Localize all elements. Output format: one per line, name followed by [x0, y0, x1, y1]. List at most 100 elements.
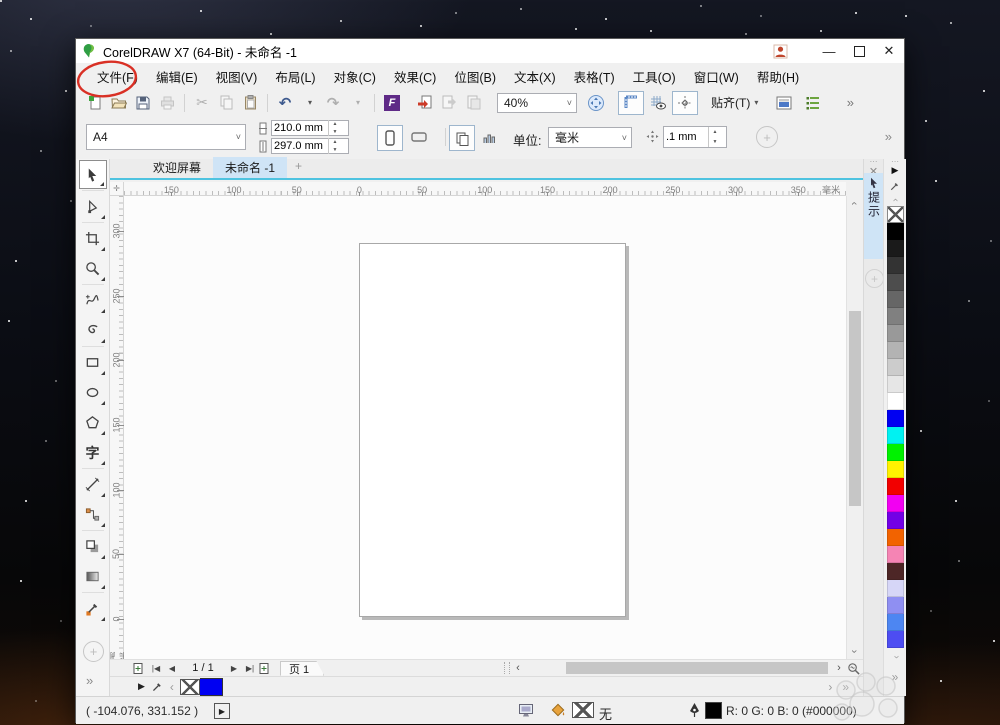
menu-item[interactable]: 视图(V) [207, 63, 267, 90]
palette-scroll-left-icon[interactable]: ‹ [170, 680, 174, 694]
menu-item[interactable]: 编辑(E) [147, 63, 207, 90]
zoom-tool[interactable] [79, 254, 107, 283]
page-height-spinner[interactable]: ▲ ▼ [328, 138, 341, 154]
color-swatch[interactable] [886, 597, 904, 614]
vertical-scroll-thumb[interactable] [849, 311, 861, 506]
color-swatch[interactable] [886, 291, 904, 308]
shape-tool[interactable] [79, 192, 107, 221]
landscape-button[interactable] [407, 125, 431, 149]
color-swatch[interactable] [886, 546, 904, 563]
crop-tool[interactable] [79, 224, 107, 253]
redo-button[interactable]: ↷ [322, 92, 344, 114]
last-page-button[interactable]: ▶| [242, 664, 258, 673]
undo-button[interactable]: ↶ [274, 92, 296, 114]
ellipse-tool[interactable] [79, 378, 107, 407]
menu-item[interactable]: 布局(L) [266, 63, 324, 90]
minimize-button[interactable]: — [814, 40, 844, 62]
nudge-spinner[interactable]: ▲ ▼ [708, 127, 721, 147]
hints-docker-tab[interactable]: 提示 [864, 173, 884, 259]
previous-page-button[interactable]: ◀ [164, 664, 180, 673]
copy-button[interactable] [215, 92, 237, 114]
current-page-button[interactable] [477, 125, 501, 149]
color-swatch[interactable] [886, 240, 904, 257]
toolbar-overflow-button[interactable]: » [839, 92, 861, 114]
status-fill-bucket-icon[interactable] [550, 703, 566, 718]
spin-up-icon[interactable]: ▲ [709, 127, 721, 137]
options-button[interactable] [773, 92, 795, 114]
export-button[interactable] [438, 92, 460, 114]
tab-untitled-document[interactable]: 未命名 -1 [213, 157, 288, 178]
add-page-start-button[interactable] [132, 662, 148, 675]
redo-dropdown[interactable]: ▾ [346, 92, 368, 114]
smart-drawing-tool[interactable] [79, 316, 107, 345]
color-swatch[interactable] [886, 342, 904, 359]
palette-flyout-icon[interactable]: ▶ [884, 165, 906, 178]
spin-down-icon[interactable]: ▼ [329, 128, 341, 136]
import-button[interactable] [414, 92, 436, 114]
color-swatch[interactable] [886, 563, 904, 580]
no-color-swatch[interactable] [886, 206, 904, 223]
color-swatch[interactable] [886, 257, 904, 274]
color-swatch[interactable] [886, 359, 904, 376]
color-swatch[interactable] [886, 223, 904, 240]
status-monitor-icon[interactable] [518, 703, 534, 718]
flyout-arrow-icon[interactable]: ▶ [138, 681, 145, 692]
color-swatch[interactable] [886, 478, 904, 495]
no-color-swatch[interactable] [179, 678, 200, 695]
snap-options-button[interactable] [672, 90, 698, 115]
fullscreen-preview-button[interactable] [585, 92, 607, 114]
page-1-tab[interactable]: 页 1 [280, 661, 324, 676]
menu-item[interactable]: 工具(O) [624, 63, 685, 90]
maximize-button[interactable] [844, 40, 874, 62]
print-button[interactable] [156, 92, 178, 114]
page-width-spinner[interactable]: ▲ ▼ [328, 120, 341, 136]
color-swatch[interactable] [886, 427, 904, 444]
color-swatch[interactable] [886, 325, 904, 342]
all-pages-button[interactable] [449, 125, 475, 151]
palette-scroll-down-icon[interactable]: › [888, 651, 902, 663]
undo-dropdown[interactable]: ▾ [298, 92, 320, 114]
dimension-tool[interactable] [79, 470, 107, 499]
palette-eyedropper-icon[interactable] [889, 179, 901, 193]
color-swatch[interactable] [886, 393, 904, 410]
drop-shadow-tool[interactable] [79, 532, 107, 561]
color-swatch[interactable] [886, 308, 904, 325]
color-swatch[interactable] [886, 529, 904, 546]
publish-pdf-button[interactable] [462, 92, 484, 114]
scroll-down-icon[interactable]: › [847, 644, 862, 659]
page-height-input[interactable] [272, 140, 328, 152]
nudge-offset-field[interactable]: ▲▼ [663, 126, 727, 148]
propbar-add-button[interactable]: + [756, 126, 778, 148]
new-document-tab-button[interactable]: + [287, 157, 310, 178]
application-launcher-button[interactable] [802, 92, 824, 114]
show-grid-button[interactable] [646, 92, 670, 114]
menu-item[interactable]: 帮助(H) [748, 63, 808, 90]
docker-collapse-icon[interactable]: + [865, 269, 884, 288]
freehand-tool[interactable] [79, 286, 107, 315]
paste-button[interactable] [239, 92, 261, 114]
page-size-combo[interactable]: A4 ˅ [86, 124, 246, 150]
color-swatch[interactable] [886, 495, 904, 512]
color-swatch[interactable] [886, 461, 904, 478]
scroll-left-icon[interactable]: ‹ [510, 662, 526, 674]
palette-eyedropper-icon[interactable] [151, 680, 164, 693]
whats-new-button[interactable]: F [381, 92, 403, 114]
color-swatch[interactable] [886, 274, 904, 291]
drawing-canvas[interactable] [124, 196, 846, 659]
palette-scroll-up-icon[interactable]: ‹ [889, 194, 901, 206]
zoom-level-combo[interactable]: 40% ˅ [497, 92, 577, 113]
close-button[interactable]: ✕ [874, 40, 904, 62]
color-swatch[interactable] [886, 614, 904, 631]
rectangle-tool[interactable] [79, 348, 107, 377]
spin-up-icon[interactable]: ▲ [329, 138, 341, 146]
color-swatch[interactable] [886, 631, 904, 648]
pick-tool[interactable] [78, 160, 107, 189]
propbar-overflow-button[interactable]: » [885, 129, 892, 144]
account-sign-in-icon[interactable] [773, 44, 788, 59]
vertical-scrollbar[interactable]: ‹ › [846, 196, 863, 659]
page-height-field[interactable]: ▲▼ [271, 138, 349, 154]
spin-down-icon[interactable]: ▼ [329, 146, 341, 154]
units-combo[interactable]: 毫米 ˅ [548, 127, 632, 148]
text-tool[interactable]: 字 [79, 438, 107, 467]
nudge-offset-input[interactable] [664, 131, 708, 143]
